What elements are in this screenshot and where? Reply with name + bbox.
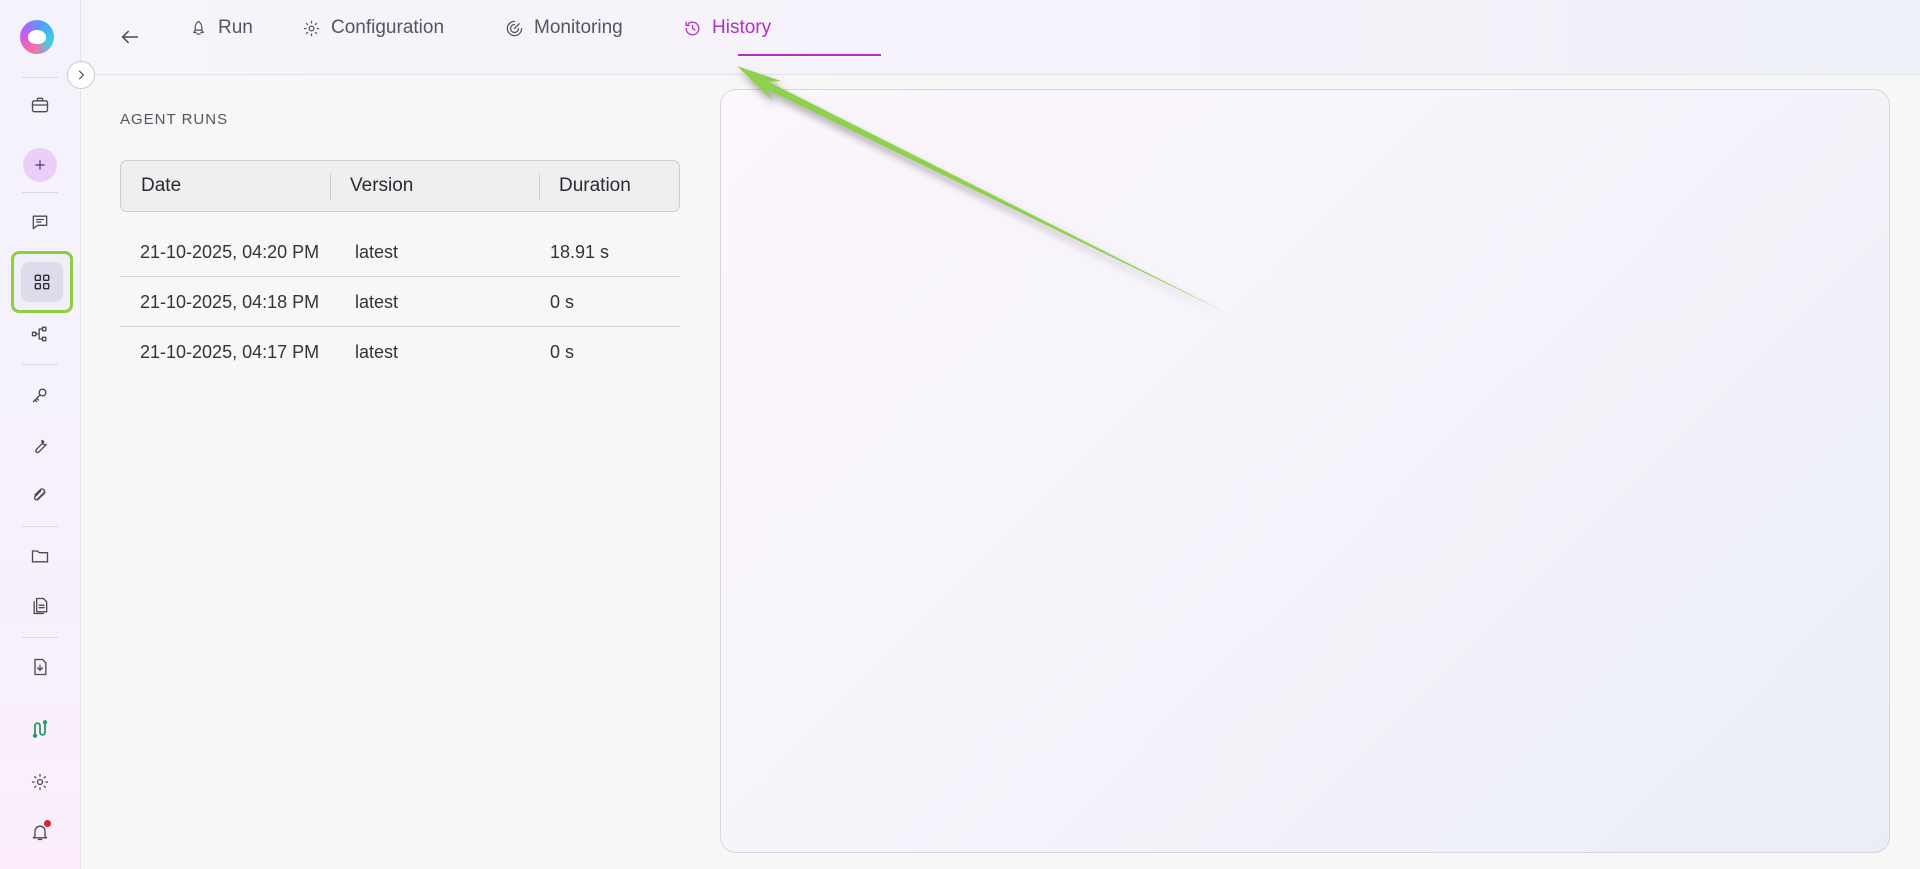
column-header-version[interactable]: Version [350,161,413,211]
grid-icon [34,274,50,290]
integration-icon[interactable] [16,709,64,749]
chevron-right-icon [78,70,85,80]
column-divider[interactable] [330,173,331,201]
table-row[interactable]: 21-10-2025, 04:18 PM latest 0 s [120,277,680,327]
run-date: 21-10-2025, 04:20 PM [140,241,320,262]
tab-bar: Run Configuration Monitoring History [81,0,1920,75]
tab-label: Run [218,17,253,38]
run-duration: 0 s [550,291,575,312]
key-icon[interactable] [16,375,64,415]
gear-icon [303,20,320,36]
sidebar-divider [22,637,58,638]
tab-label: History [712,17,772,38]
folder-icon[interactable] [16,536,64,576]
tab-run[interactable]: Run [185,0,257,56]
run-version: latest [355,241,399,262]
sidebar-divider [22,192,58,193]
sidebar [0,0,81,869]
run-version: latest [355,341,399,362]
add-button[interactable] [23,148,57,182]
settings-icon[interactable] [16,762,64,802]
table-row[interactable]: 21-10-2025, 04:17 PM latest 0 s [120,327,680,377]
sidebar-divider [22,77,58,78]
tab-label: Configuration [331,17,445,38]
agent-runs-title: AGENT RUNS [120,111,229,128]
chat-icon[interactable] [16,202,64,242]
column-header-date[interactable]: Date [141,161,181,211]
runs-table-header: Date Version Duration [120,160,680,212]
download-file-icon[interactable] [16,647,64,687]
bell-icon[interactable] [16,812,64,852]
run-detail-panel [720,89,1890,853]
active-tab-indicator [738,54,881,56]
tab-configuration[interactable]: Configuration [298,0,448,56]
sidebar-divider [22,364,58,365]
column-header-duration[interactable]: Duration [559,161,631,211]
monitoring-icon [506,20,523,36]
run-date: 21-10-2025, 04:18 PM [140,291,320,312]
documents-icon[interactable] [16,586,64,626]
rocket-icon [193,20,204,35]
table-row[interactable]: 21-10-2025, 04:20 PM latest 18.91 s [120,227,680,277]
history-icon [685,21,700,35]
tab-label: Monitoring [534,17,623,38]
run-duration: 0 s [550,341,575,362]
plus-icon [35,160,45,170]
run-duration: 18.91 s [550,241,610,262]
app-logo[interactable] [20,20,54,54]
briefcase-icon[interactable] [16,85,64,125]
run-version: latest [355,291,399,312]
back-button[interactable] [115,22,145,52]
column-divider[interactable] [539,173,540,201]
tab-monitoring[interactable]: Monitoring [501,0,627,56]
sidebar-item-agents-active[interactable] [11,251,73,313]
workflow-icon[interactable] [16,314,64,354]
notification-badge [44,820,51,827]
run-date: 21-10-2025, 04:17 PM [140,341,320,362]
sidebar-divider [22,526,58,527]
paperclip-icon[interactable] [16,475,64,515]
wrench-icon[interactable] [16,425,64,465]
tab-history[interactable]: History [679,0,775,56]
sidebar-collapse-toggle[interactable] [67,61,95,89]
arrow-left-icon [121,30,139,44]
